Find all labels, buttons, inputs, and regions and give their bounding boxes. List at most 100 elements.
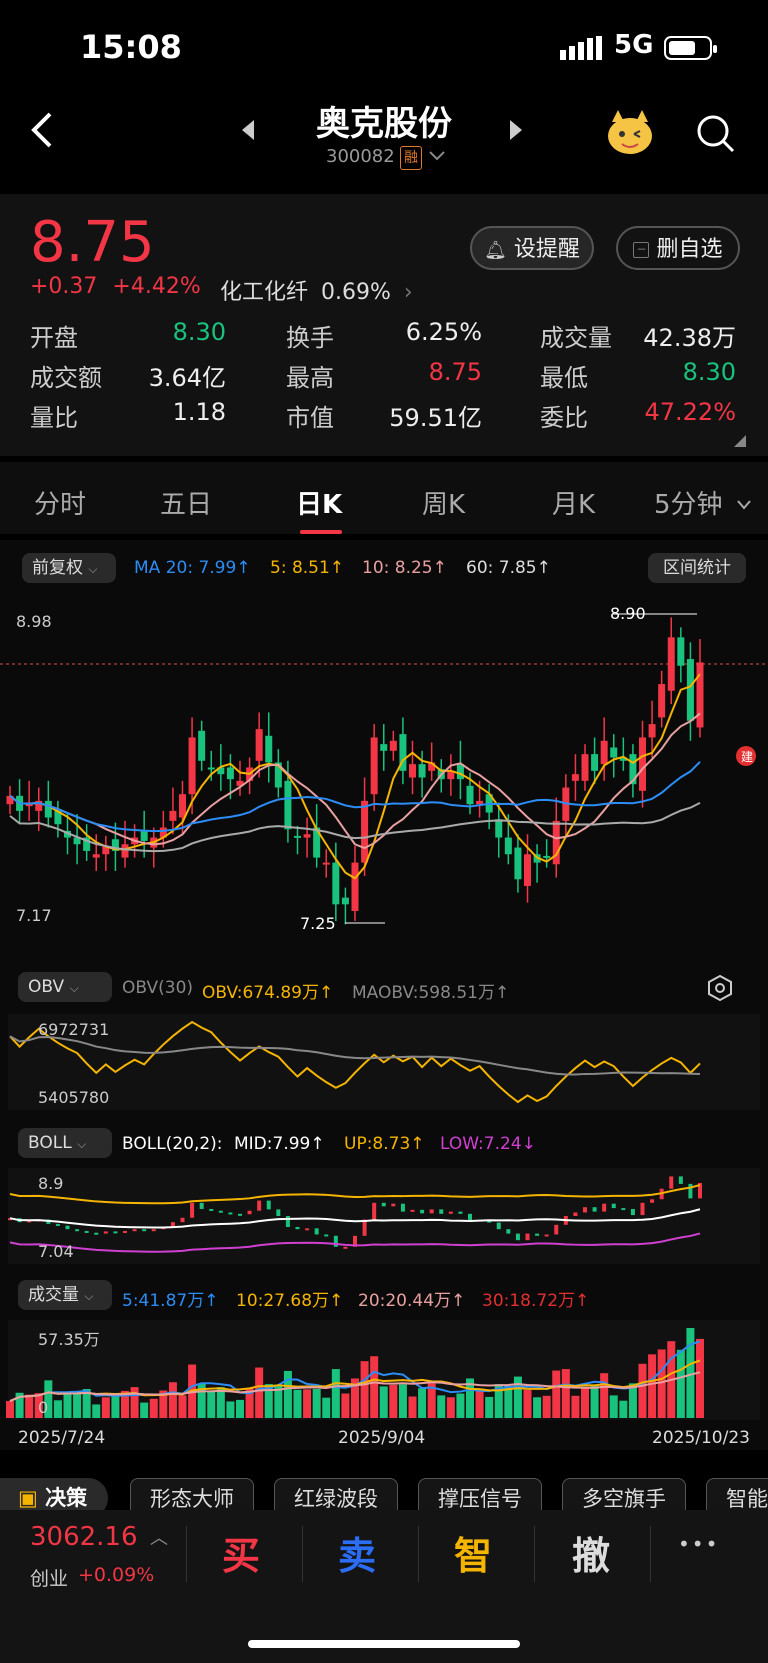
expand-corner-icon[interactable] bbox=[734, 432, 746, 451]
stat-value: 6.25% bbox=[405, 318, 482, 346]
candle bbox=[418, 764, 426, 778]
candle bbox=[198, 730, 206, 761]
candle bbox=[677, 637, 685, 666]
boll-candle bbox=[506, 1229, 511, 1234]
candle bbox=[696, 662, 704, 728]
volume-bar bbox=[168, 1382, 177, 1418]
sector-percent: 0.69% bbox=[321, 280, 391, 305]
boll-candle bbox=[381, 1202, 386, 1207]
margin-badge: 融 bbox=[400, 146, 422, 170]
volume-bar bbox=[398, 1384, 407, 1418]
stat-value: 59.51亿 bbox=[389, 404, 482, 432]
last-price: 8.75 bbox=[30, 210, 155, 275]
y-axis-bottom: 7.17 bbox=[16, 906, 52, 925]
candle bbox=[639, 737, 646, 791]
tab-3[interactable]: 周K bbox=[422, 484, 465, 521]
boll-candle bbox=[611, 1203, 616, 1209]
volume-bar bbox=[590, 1385, 599, 1418]
search-icon[interactable] bbox=[696, 114, 736, 158]
boll-candle bbox=[209, 1208, 214, 1211]
volume-bar bbox=[226, 1401, 235, 1418]
tab-dropdown-icon[interactable] bbox=[736, 496, 752, 515]
volume-bar bbox=[53, 1400, 62, 1418]
index-value[interactable]: 3062.16 bbox=[30, 1522, 138, 1552]
cancel-order-button[interactable]: 撤 bbox=[556, 1525, 626, 1580]
adjust-selector[interactable]: 前复权 ⌵ bbox=[22, 553, 116, 583]
tab-4[interactable]: 月K bbox=[552, 484, 595, 521]
volume-bar bbox=[581, 1387, 589, 1418]
tab-0[interactable]: 分时 bbox=[34, 484, 86, 521]
boll-candle bbox=[324, 1234, 329, 1237]
range-stats-button[interactable]: 区间统计 bbox=[648, 553, 746, 583]
change-percent: +4.42% bbox=[112, 274, 201, 299]
volume-chart[interactable] bbox=[0, 1318, 768, 1422]
price-change: +0.37 +4.42% bbox=[30, 274, 201, 299]
tab-5[interactable]: 5分钟 bbox=[654, 484, 723, 521]
ma20-value: MA 20: 7.99↑ bbox=[134, 558, 251, 578]
obv-label: OBV bbox=[28, 977, 65, 997]
tab-1[interactable]: 五日 bbox=[160, 484, 212, 521]
maobv-value: MAOBV:598.51万↑ bbox=[352, 983, 510, 1003]
boll-candle bbox=[410, 1209, 415, 1212]
volume-selector[interactable]: 成交量 ⌵ bbox=[18, 1280, 112, 1310]
volume-bar bbox=[571, 1395, 580, 1418]
settings-icon[interactable] bbox=[706, 974, 734, 1006]
volume-bar bbox=[303, 1389, 312, 1418]
stat-label: 市值 bbox=[286, 404, 334, 432]
boll-candle bbox=[55, 1223, 60, 1226]
divider bbox=[302, 1526, 303, 1582]
volume-bar bbox=[504, 1385, 513, 1418]
candle bbox=[265, 735, 273, 763]
volume-bar bbox=[533, 1397, 542, 1418]
volume-bar bbox=[92, 1404, 101, 1418]
candle bbox=[409, 764, 416, 778]
boll-candle bbox=[602, 1203, 607, 1212]
boll-candle bbox=[525, 1233, 530, 1241]
volume-bar bbox=[513, 1376, 522, 1418]
boll-chart[interactable] bbox=[0, 1166, 768, 1266]
volume-bar bbox=[6, 1401, 14, 1418]
sector-link[interactable]: 化工化纤 0.69% › bbox=[220, 274, 413, 306]
next-stock-icon[interactable] bbox=[508, 118, 524, 146]
more-icon[interactable]: ••• bbox=[678, 1532, 719, 1556]
obv-selector[interactable]: OBV ⌵ bbox=[18, 972, 112, 1002]
boll-candle bbox=[391, 1203, 396, 1207]
candle bbox=[92, 854, 100, 858]
boll-candle bbox=[372, 1202, 377, 1220]
buy-button[interactable]: 买 bbox=[206, 1525, 276, 1580]
remove-watchlist-button[interactable]: − 删自选 bbox=[616, 226, 740, 270]
boll-candle bbox=[84, 1230, 89, 1233]
obv-chart[interactable] bbox=[0, 1012, 768, 1112]
kline-chart[interactable] bbox=[0, 596, 768, 946]
period-tabs bbox=[0, 462, 768, 534]
stat-value: 3.64亿 bbox=[148, 364, 226, 392]
divider bbox=[650, 1526, 651, 1582]
chevron-down-icon[interactable] bbox=[428, 148, 446, 167]
volume-bar bbox=[331, 1369, 340, 1418]
boll-candle bbox=[400, 1203, 405, 1212]
boll-up: UP:8.73↑ bbox=[344, 1134, 425, 1154]
boll-candle bbox=[621, 1208, 626, 1211]
volume-bar bbox=[130, 1387, 139, 1418]
tab-2[interactable]: 日K bbox=[296, 484, 342, 521]
sell-button[interactable]: 卖 bbox=[322, 1525, 392, 1580]
volume-bar bbox=[255, 1367, 264, 1418]
stat-label: 委比 bbox=[540, 404, 588, 432]
boll-param: BOLL(20,2): bbox=[122, 1134, 223, 1154]
smart-button[interactable]: 智 bbox=[438, 1525, 508, 1580]
remove-watchlist-label: 删自选 bbox=[656, 237, 723, 262]
boll-selector[interactable]: BOLL ⌵ bbox=[18, 1128, 112, 1158]
candle bbox=[179, 794, 186, 818]
candle bbox=[524, 854, 531, 886]
candle bbox=[514, 847, 522, 880]
boll-candle bbox=[295, 1227, 300, 1230]
set-alert-button[interactable]: 🔔︎ 设提醒 bbox=[470, 226, 594, 270]
bell-icon: 🔔︎ bbox=[484, 240, 507, 261]
chevron-up-icon[interactable]: ︿ bbox=[150, 1524, 168, 1550]
minus-box-icon: − bbox=[633, 242, 650, 258]
boll-candle bbox=[630, 1208, 635, 1216]
boll-candle bbox=[439, 1209, 444, 1214]
volume-bar bbox=[456, 1393, 465, 1418]
mascot-icon[interactable] bbox=[604, 108, 656, 160]
volume-bar bbox=[283, 1370, 292, 1418]
